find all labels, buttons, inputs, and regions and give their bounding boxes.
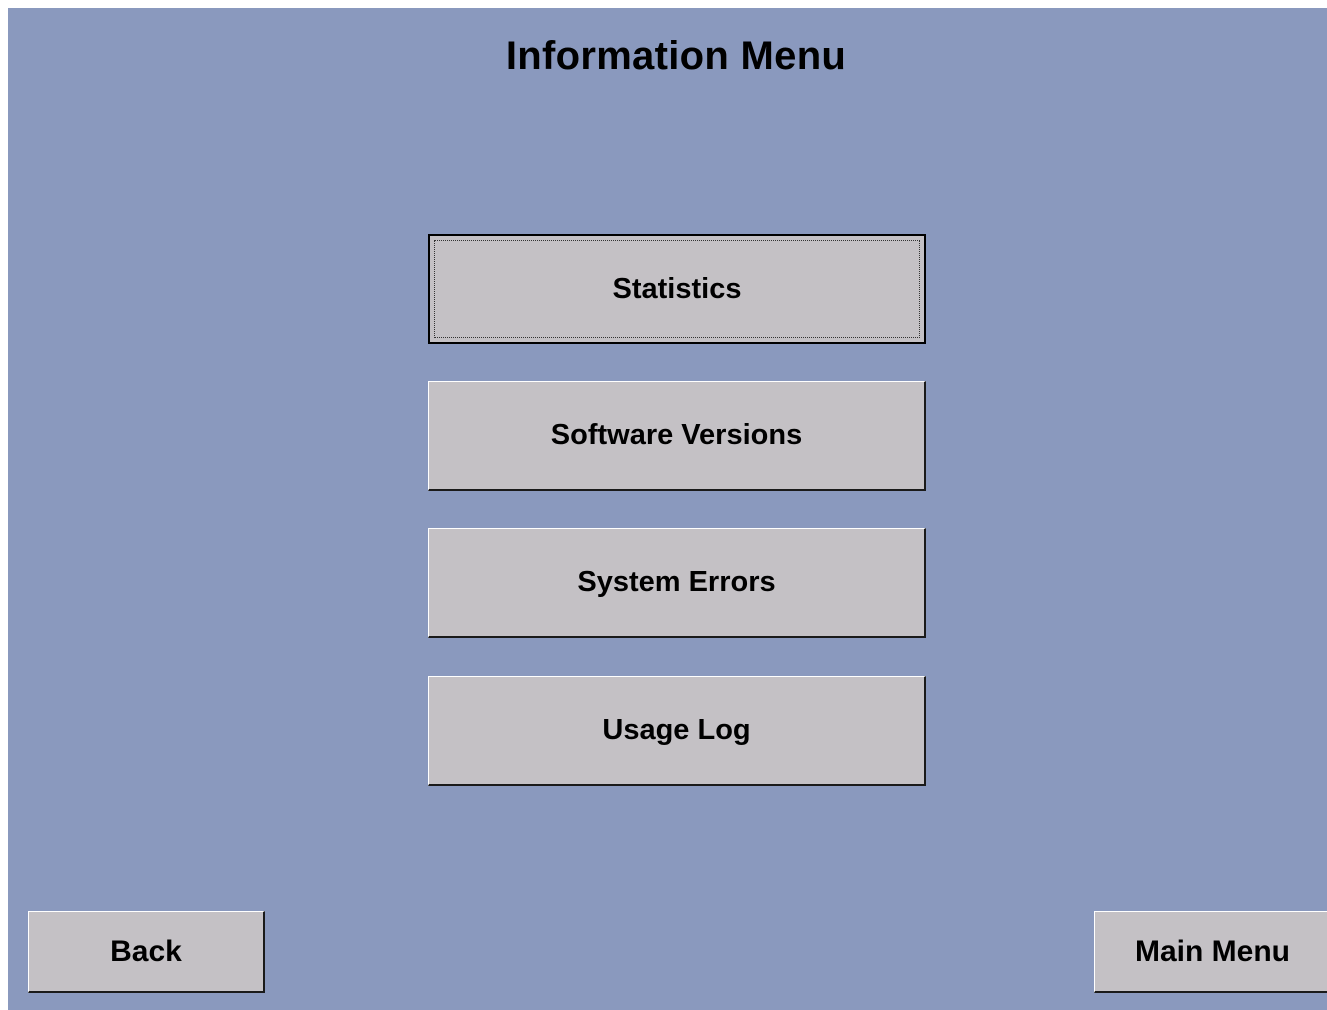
system-errors-button-label: System Errors: [577, 566, 776, 598]
software-versions-button[interactable]: Software Versions: [428, 381, 926, 491]
back-button[interactable]: Back: [28, 911, 265, 993]
statistics-button[interactable]: Statistics: [428, 234, 926, 344]
page-title: Information Menu: [505, 34, 847, 78]
software-versions-button-label: Software Versions: [550, 419, 803, 451]
system-errors-button[interactable]: System Errors: [428, 528, 926, 638]
usage-log-button[interactable]: Usage Log: [428, 676, 926, 786]
main-menu-button[interactable]: Main Menu: [1094, 911, 1327, 993]
information-menu-screen: Information Menu Statistics Software Ver…: [8, 8, 1327, 1010]
statistics-button-label: Statistics: [612, 272, 742, 305]
usage-log-button-label: Usage Log: [602, 714, 751, 746]
main-menu-button-label: Main Menu: [1135, 934, 1290, 968]
back-button-label: Back: [110, 934, 182, 968]
